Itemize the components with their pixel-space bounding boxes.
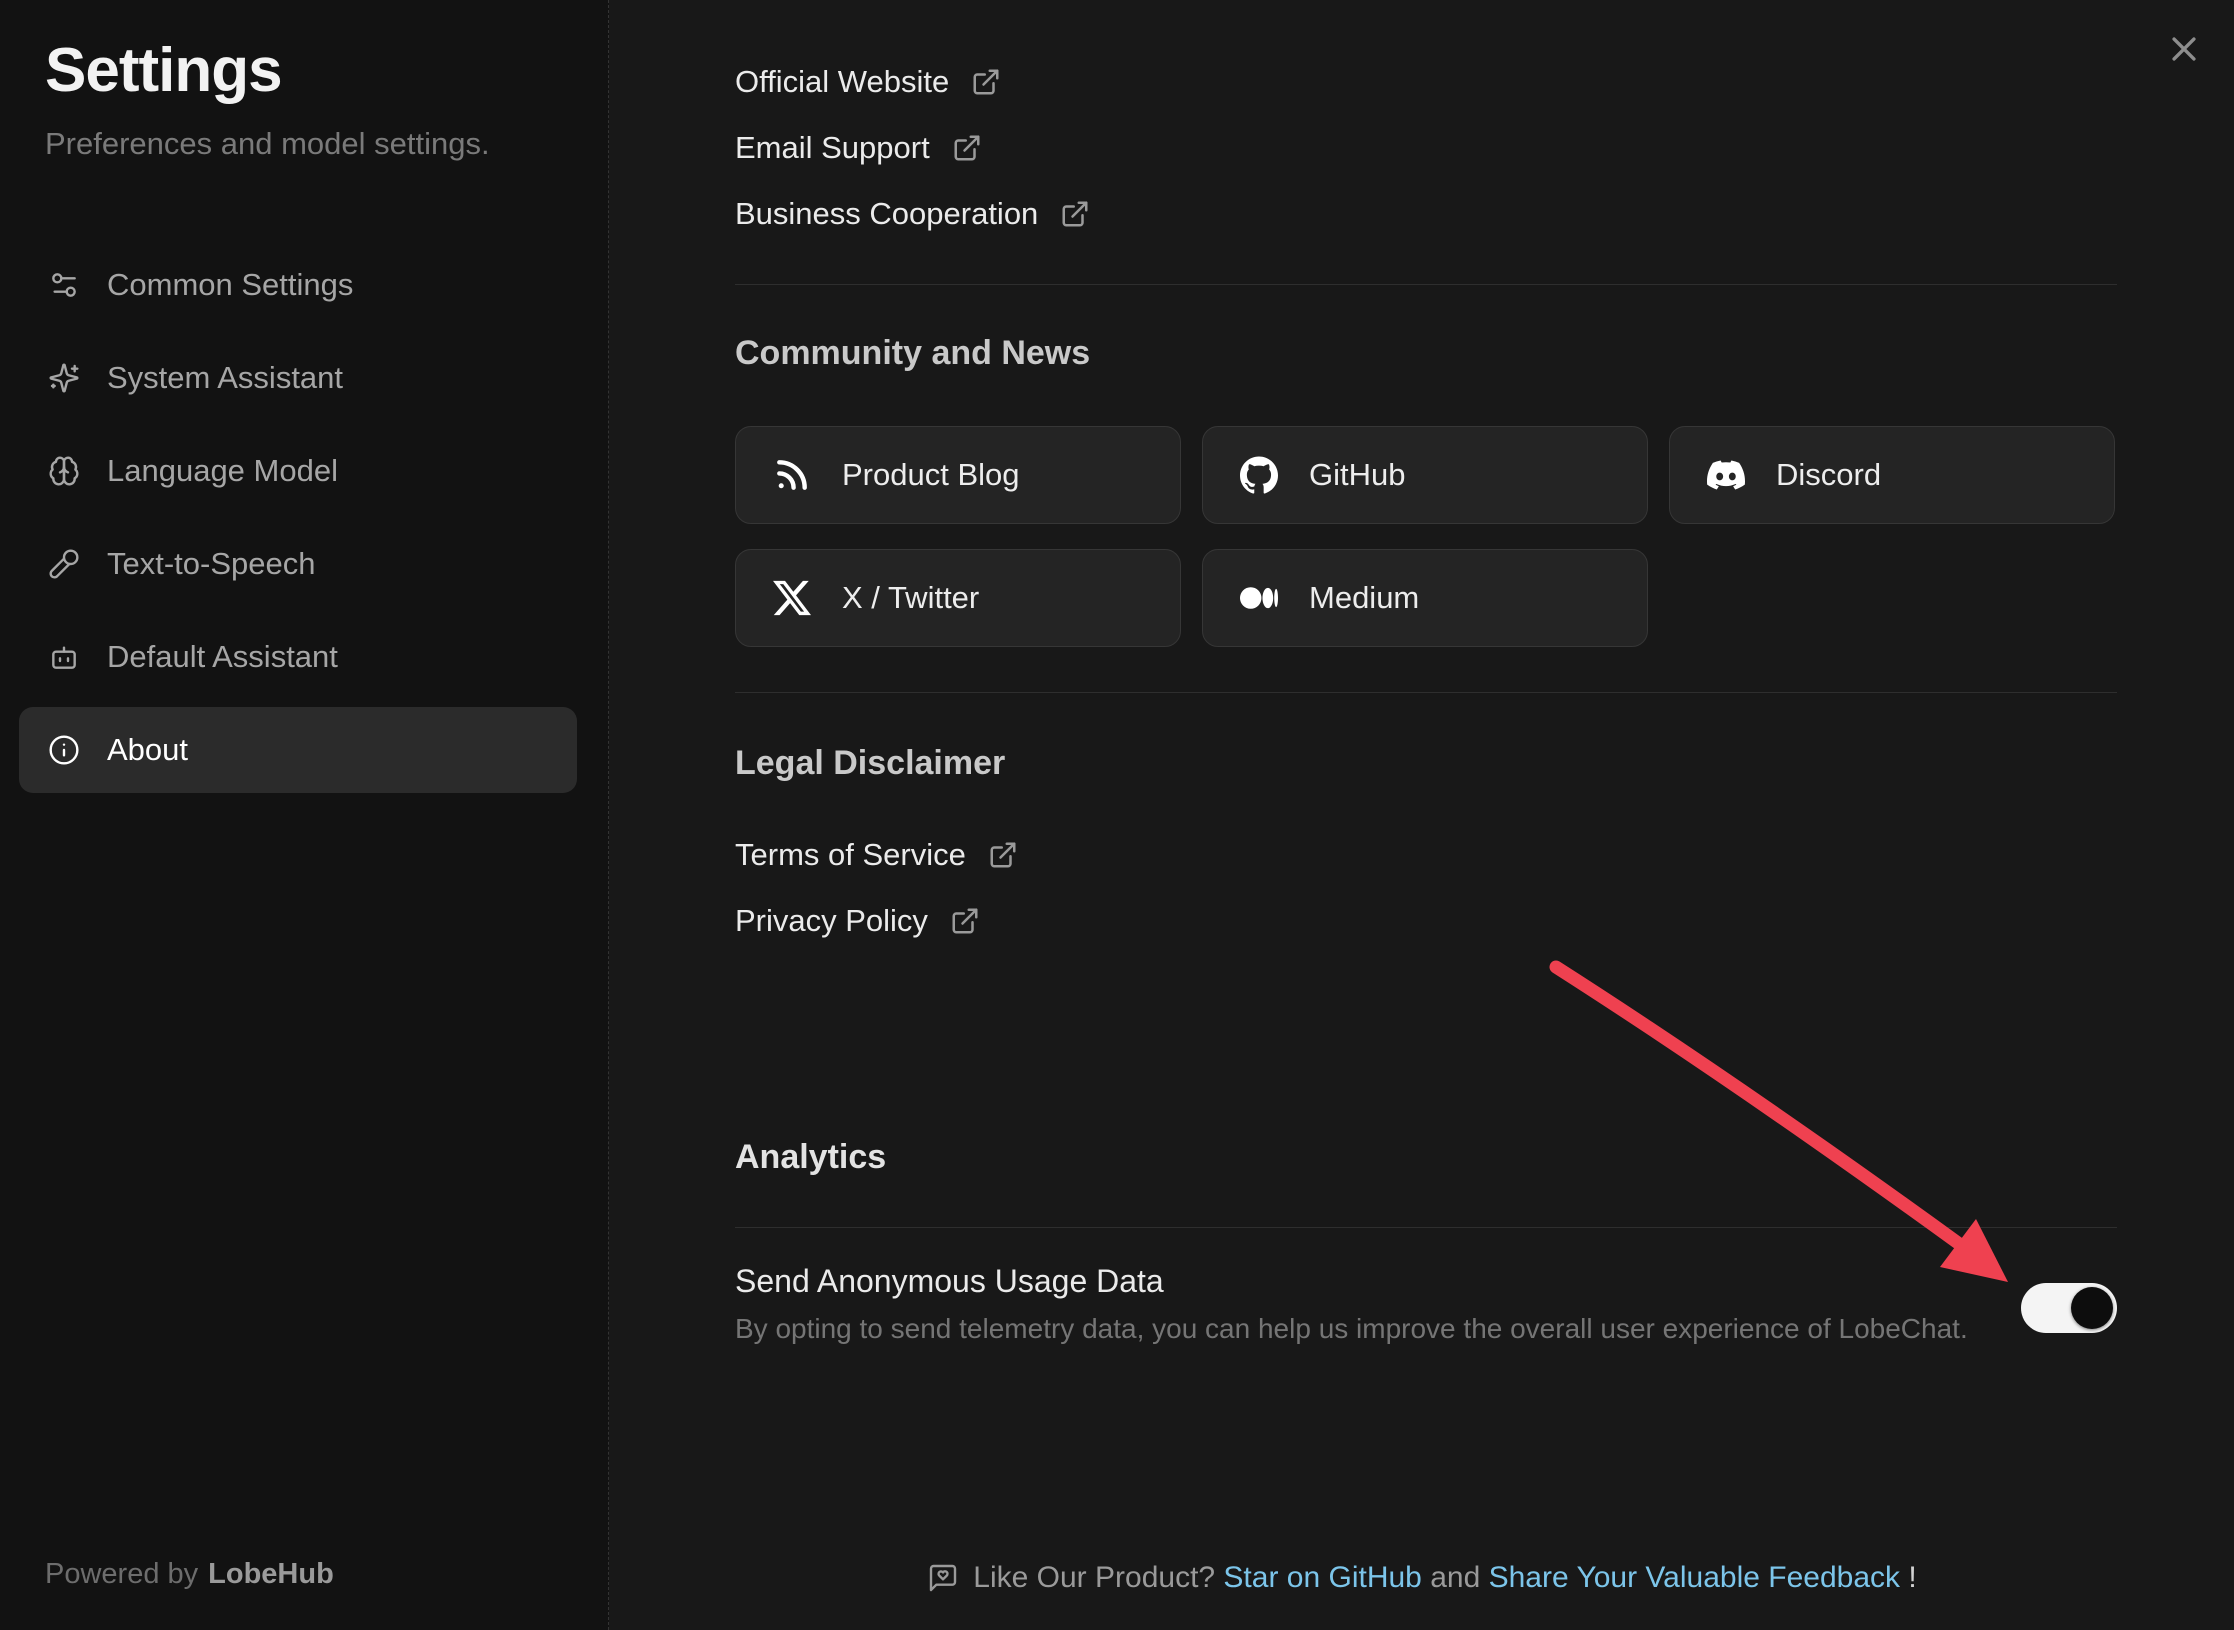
- external-link-icon: [1060, 199, 1090, 229]
- mic-icon: [48, 548, 80, 580]
- x-twitter-button[interactable]: X / Twitter: [735, 549, 1181, 647]
- page-title: Settings: [45, 36, 282, 106]
- community-buttons: Product Blog GitHub Discord X / Twitter: [735, 426, 2115, 647]
- button-label: X / Twitter: [842, 580, 979, 616]
- discord-icon: [1706, 455, 1746, 495]
- sidebar-item-text-to-speech[interactable]: Text-to-Speech: [19, 521, 577, 607]
- analytics-heading: Analytics: [735, 1136, 886, 1178]
- divider: [735, 1227, 2117, 1228]
- email-support-link[interactable]: Email Support: [735, 126, 982, 170]
- footer-text: Like Our Product?: [973, 1561, 1223, 1595]
- close-button[interactable]: [2161, 26, 2207, 72]
- github-button[interactable]: GitHub: [1202, 426, 1648, 524]
- terms-of-service-link[interactable]: Terms of Service: [735, 833, 1018, 877]
- sidebar-item-system-assistant[interactable]: System Assistant: [19, 335, 577, 421]
- legal-heading: Legal Disclaimer: [735, 742, 1005, 784]
- sidebar-item-about[interactable]: About: [19, 707, 577, 793]
- external-link-icon: [988, 840, 1018, 870]
- official-website-link[interactable]: Official Website: [735, 60, 1001, 104]
- info-icon: [48, 734, 80, 766]
- github-icon: [1239, 455, 1279, 495]
- community-heading: Community and News: [735, 332, 1090, 374]
- powered-by-text: Powered by: [45, 1558, 198, 1590]
- sidebar-item-default-assistant[interactable]: Default Assistant: [19, 614, 577, 700]
- sidebar-menu: Common Settings System Assistant Languag…: [19, 242, 577, 800]
- message-heart-icon: [927, 1562, 959, 1594]
- usage-data-toggle[interactable]: [2021, 1283, 2117, 1333]
- sidebar-item-common-settings[interactable]: Common Settings: [19, 242, 577, 328]
- toggle-knob: [2071, 1287, 2113, 1329]
- sliders-icon: [48, 269, 80, 301]
- divider: [735, 284, 2117, 285]
- close-icon: [2167, 32, 2201, 66]
- divider: [735, 692, 2117, 693]
- usage-data-label: Send Anonymous Usage Data: [735, 1262, 1164, 1300]
- bot-icon: [48, 641, 80, 673]
- button-label: Product Blog: [842, 457, 1020, 493]
- external-link-icon: [950, 906, 980, 936]
- link-label: Business Cooperation: [735, 196, 1038, 232]
- medium-icon: [1239, 578, 1279, 618]
- x-twitter-icon: [772, 578, 812, 618]
- external-link-icon: [952, 133, 982, 163]
- sidebar-item-label: System Assistant: [107, 360, 343, 396]
- privacy-policy-link[interactable]: Privacy Policy: [735, 899, 980, 943]
- button-label: GitHub: [1309, 457, 1405, 493]
- sidebar-item-label: Common Settings: [107, 267, 353, 303]
- external-link-icon: [971, 67, 1001, 97]
- link-label: Email Support: [735, 130, 930, 166]
- discord-button[interactable]: Discord: [1669, 426, 2115, 524]
- medium-button[interactable]: Medium: [1202, 549, 1648, 647]
- footer: Like Our Product? Star on GitHub and Sha…: [610, 1556, 2234, 1600]
- sidebar: Settings Preferences and model settings.…: [0, 0, 609, 1630]
- brand-lobehub: LobeHub: [208, 1558, 334, 1590]
- sidebar-item-language-model[interactable]: Language Model: [19, 428, 577, 514]
- footer-text: and: [1422, 1561, 1489, 1595]
- usage-data-description: By opting to send telemetry data, you ca…: [735, 1313, 1968, 1345]
- sparkles-icon: [48, 362, 80, 394]
- button-label: Discord: [1776, 457, 1881, 493]
- business-cooperation-link[interactable]: Business Cooperation: [735, 192, 1090, 236]
- link-label: Privacy Policy: [735, 903, 928, 939]
- sidebar-item-label: Text-to-Speech: [107, 546, 316, 582]
- brain-icon: [48, 455, 80, 487]
- link-label: Terms of Service: [735, 837, 966, 873]
- sidebar-item-label: About: [107, 732, 188, 768]
- powered-by: Powered by LobeHub: [45, 1558, 334, 1591]
- contact-us-heading: Contact Us: [735, 0, 914, 6]
- link-label: Official Website: [735, 64, 949, 100]
- button-label: Medium: [1309, 580, 1419, 616]
- share-feedback-link[interactable]: Share Your Valuable Feedback: [1489, 1561, 1900, 1595]
- footer-text: !: [1900, 1561, 1917, 1595]
- sidebar-item-label: Default Assistant: [107, 639, 338, 675]
- settings-modal: Settings Preferences and model settings.…: [0, 0, 2234, 1630]
- sidebar-item-label: Language Model: [107, 453, 338, 489]
- page-subtitle: Preferences and model settings.: [45, 122, 490, 166]
- main-panel: Contact Us Official Website Email Suppor…: [610, 0, 2234, 1630]
- product-blog-button[interactable]: Product Blog: [735, 426, 1181, 524]
- star-on-github-link[interactable]: Star on GitHub: [1223, 1561, 1421, 1595]
- rss-icon: [772, 455, 812, 495]
